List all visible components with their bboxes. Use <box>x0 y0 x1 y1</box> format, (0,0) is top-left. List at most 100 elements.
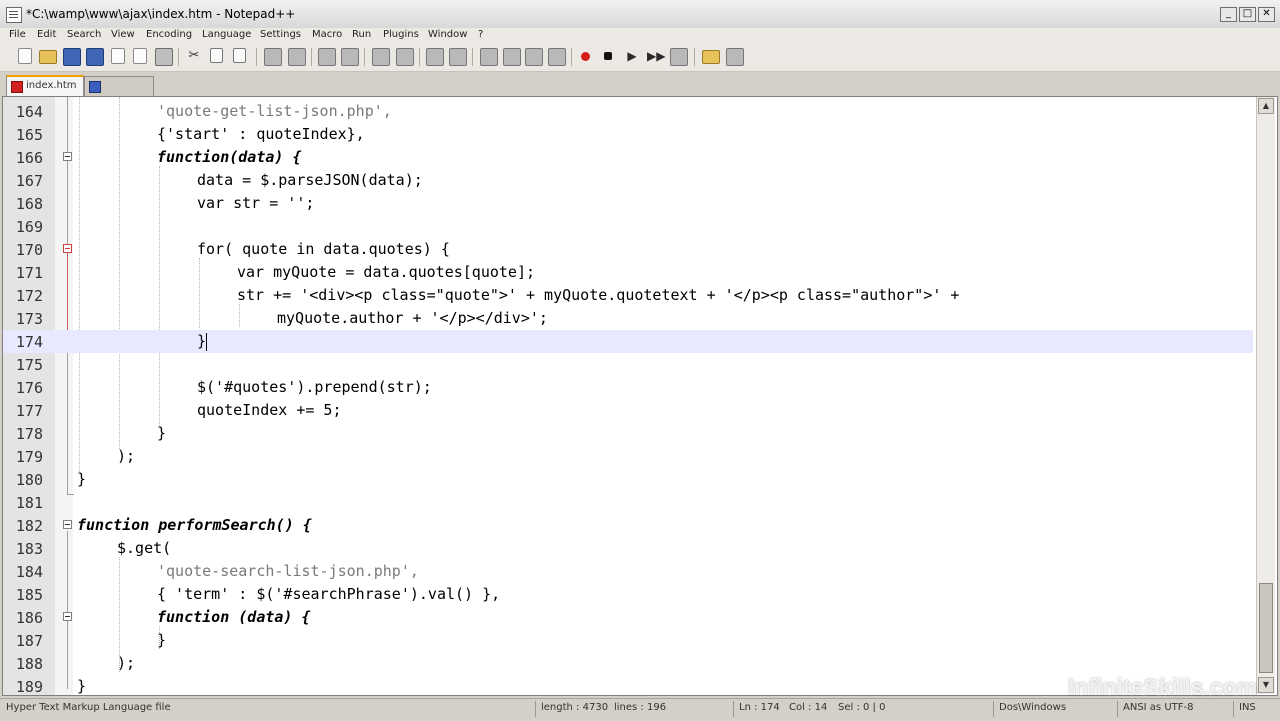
status-eol: Dos\Windows <box>999 702 1067 713</box>
status-col: Col : 14 <box>789 702 828 713</box>
line-number: 175 <box>15 356 43 374</box>
line-number: 183 <box>15 540 43 558</box>
code-line[interactable]: 164 'quote-get-list-json.php', <box>3 100 1253 123</box>
menu-settings[interactable]: Settings <box>260 29 301 40</box>
run-macro-multiple-icon[interactable]: ▶▶ <box>647 48 665 64</box>
code-line[interactable]: 181 <box>3 491 1253 514</box>
code-text: ); <box>117 447 136 465</box>
code-line[interactable]: 167 data = $.parseJSON(data); <box>3 169 1253 192</box>
undo-icon[interactable] <box>264 48 282 66</box>
menu-file[interactable]: File <box>9 29 26 40</box>
watermark-logo: InfiniteSkills.com <box>1068 674 1258 700</box>
fold-toggle-icon[interactable] <box>63 612 72 621</box>
new-file-icon[interactable] <box>18 48 32 64</box>
scroll-up-arrow-icon[interactable]: ▲ <box>1258 98 1274 114</box>
maximize-button[interactable]: □ <box>1239 7 1256 22</box>
tab-second-document[interactable] <box>84 76 154 97</box>
menu-plugins[interactable]: Plugins <box>383 29 419 40</box>
scrollbar-thumb[interactable] <box>1259 583 1273 673</box>
notepad-app-icon[interactable] <box>6 7 22 23</box>
code-editor[interactable]: 164 'quote-get-list-json.php', 165 {'sta… <box>2 96 1278 696</box>
code-text: } <box>77 470 87 488</box>
sync-horizontal-icon[interactable] <box>449 48 467 66</box>
code-line[interactable]: 175 <box>3 353 1253 376</box>
spellcheck-icon[interactable] <box>726 48 744 66</box>
close-icon[interactable] <box>111 48 125 64</box>
record-macro-icon[interactable] <box>581 52 590 61</box>
cut-icon[interactable]: ✂ <box>186 48 202 64</box>
user-lang-icon[interactable] <box>548 48 566 66</box>
save-macro-icon[interactable] <box>670 48 688 66</box>
minimize-button[interactable]: _ <box>1220 7 1237 22</box>
code-line[interactable]: 187 } <box>3 629 1253 652</box>
code-line[interactable]: 170 for( quote in data.quotes) { <box>3 238 1253 261</box>
all-chars-icon[interactable] <box>503 48 521 66</box>
status-bar: Hyper Text Markup Language file length :… <box>0 698 1280 721</box>
toolbar-separator <box>472 48 473 66</box>
redo-icon[interactable] <box>288 48 306 66</box>
code-line[interactable]: 180 } <box>3 468 1253 491</box>
save-all-icon[interactable] <box>86 48 104 66</box>
toolbar-separator <box>178 48 179 66</box>
fold-toggle-icon[interactable] <box>63 520 72 529</box>
print-icon[interactable] <box>155 48 173 66</box>
menu-edit[interactable]: Edit <box>37 29 56 40</box>
code-line[interactable]: 179 ); <box>3 445 1253 468</box>
code-line[interactable]: 186 function (data) { <box>3 606 1253 629</box>
code-line[interactable]: 189 } <box>3 675 1253 695</box>
code-line[interactable]: 182 function performSearch() { <box>3 514 1253 537</box>
launch-in-browser-icon[interactable] <box>702 50 720 64</box>
code-line[interactable]: 169 <box>3 215 1253 238</box>
close-all-icon[interactable] <box>133 48 147 64</box>
vertical-scrollbar[interactable]: ▲ ▼ <box>1256 97 1275 694</box>
menu-run[interactable]: Run <box>352 29 371 40</box>
menu-search[interactable]: Search <box>67 29 101 40</box>
code-line[interactable]: 188 ); <box>3 652 1253 675</box>
code-text: function(data) { <box>157 148 302 166</box>
code-text: function (data) { <box>157 608 311 626</box>
copy-icon[interactable] <box>210 48 223 63</box>
word-wrap-icon[interactable] <box>480 48 498 66</box>
code-line[interactable]: 171 var myQuote = data.quotes[quote]; <box>3 261 1253 284</box>
code-text: } <box>157 424 167 442</box>
code-line[interactable]: 166 function(data) { <box>3 146 1253 169</box>
scroll-down-arrow-icon[interactable]: ▼ <box>1258 677 1274 693</box>
menu-window[interactable]: Window <box>428 29 467 40</box>
fold-toggle-icon[interactable] <box>63 244 72 253</box>
tab-index-htm[interactable]: index.htm <box>6 75 84 97</box>
title-bar: *C:\wamp\www\ajax\index.htm - Notepad++ … <box>0 0 1280 29</box>
line-number: 164 <box>15 103 43 121</box>
code-line[interactable]: 183 $.get( <box>3 537 1253 560</box>
code-line[interactable]: 173 myQuote.author + '</p></div>'; <box>3 307 1253 330</box>
open-folder-icon[interactable] <box>39 50 57 64</box>
menu-macro[interactable]: Macro <box>312 29 342 40</box>
code-line[interactable]: 185 { 'term' : $('#searchPhrase').val() … <box>3 583 1253 606</box>
zoom-out-icon[interactable] <box>396 48 414 66</box>
replace-icon[interactable] <box>341 48 359 66</box>
sync-vertical-icon[interactable] <box>426 48 444 66</box>
menu-encoding[interactable]: Encoding <box>146 29 192 40</box>
menu-help[interactable]: ? <box>478 29 483 40</box>
code-line[interactable]: 172 str += '<div><p class="quote">' + my… <box>3 284 1253 307</box>
save-icon[interactable] <box>63 48 81 66</box>
fold-toggle-icon[interactable] <box>63 152 72 161</box>
find-icon[interactable] <box>318 48 336 66</box>
current-code-line[interactable]: 174 } <box>3 330 1253 353</box>
code-line[interactable]: 177 quoteIndex += 5; <box>3 399 1253 422</box>
code-text: var myQuote = data.quotes[quote]; <box>237 263 536 281</box>
code-line[interactable]: 178 } <box>3 422 1253 445</box>
indent-guide-icon[interactable] <box>525 48 543 66</box>
stop-macro-icon[interactable] <box>604 52 612 60</box>
paste-icon[interactable] <box>233 48 246 63</box>
menu-view[interactable]: View <box>111 29 135 40</box>
play-macro-icon[interactable]: ▶ <box>624 48 640 64</box>
code-line[interactable]: 184 'quote-search-list-json.php', <box>3 560 1253 583</box>
code-text: } <box>157 631 167 649</box>
code-line[interactable]: 168 var str = ''; <box>3 192 1253 215</box>
zoom-in-icon[interactable] <box>372 48 390 66</box>
saved-file-icon <box>89 81 101 93</box>
menu-language[interactable]: Language <box>202 29 251 40</box>
code-line[interactable]: 176 $('#quotes').prepend(str); <box>3 376 1253 399</box>
close-button[interactable]: ✕ <box>1258 7 1275 22</box>
code-line[interactable]: 165 {'start' : quoteIndex}, <box>3 123 1253 146</box>
